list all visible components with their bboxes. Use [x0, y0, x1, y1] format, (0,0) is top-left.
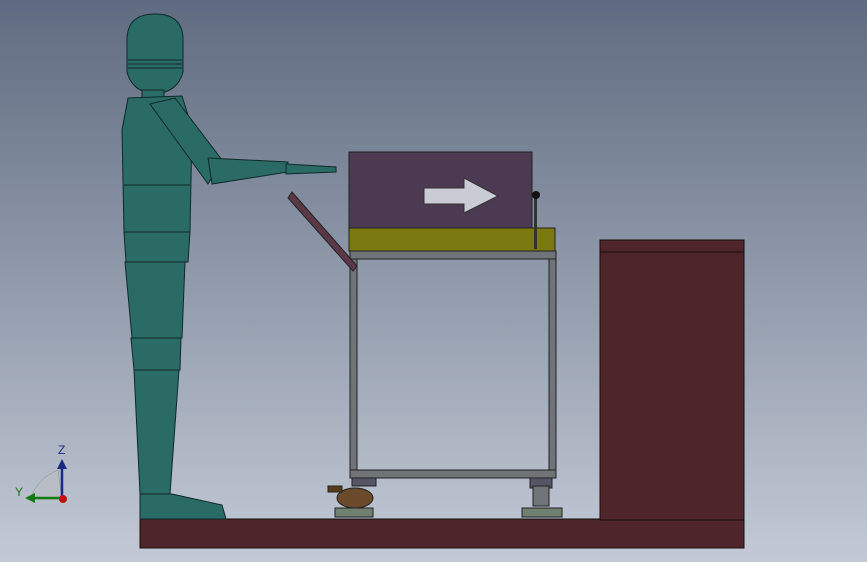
origin-icon	[59, 495, 67, 503]
raised-block[interactable]	[599, 239, 745, 521]
floor-platform[interactable]	[139, 518, 745, 549]
cad-viewport[interactable]: Z Y	[0, 0, 867, 562]
mannequin-thigh	[124, 261, 186, 339]
triad-y-label: Y	[15, 485, 24, 499]
mannequin-head	[126, 13, 184, 95]
triad-z-label: Z	[58, 443, 66, 457]
cart-box[interactable]	[348, 151, 533, 229]
